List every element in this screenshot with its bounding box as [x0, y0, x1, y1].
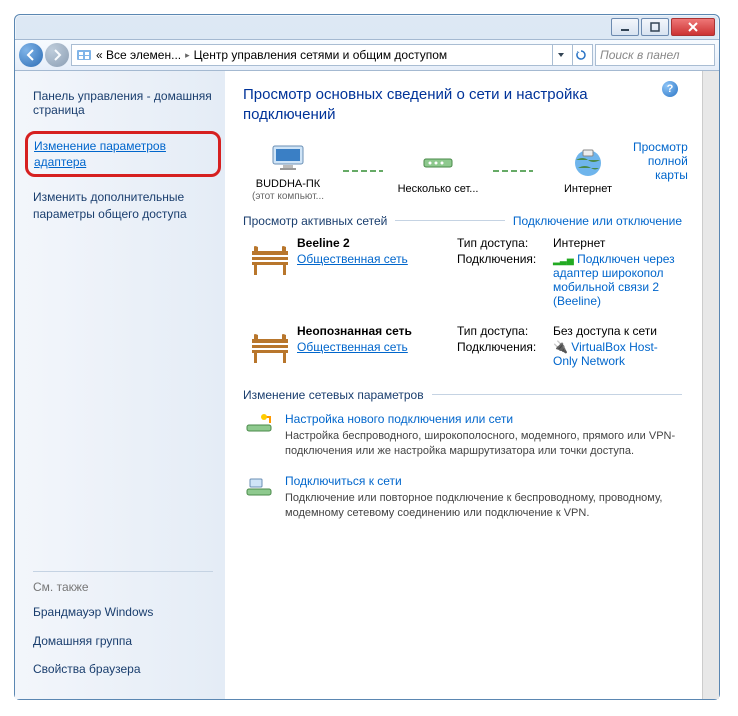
breadcrumb-refresh[interactable] [572, 44, 588, 66]
task-title: Настройка нового подключения или сети [285, 412, 682, 426]
task-desc: Подключение или повторное подключение к … [285, 491, 682, 521]
sidebar-link-sharing-settings[interactable]: Изменить дополнительные параметры общего… [33, 189, 213, 221]
maximize-button[interactable] [641, 18, 669, 36]
breadcrumb-dropdown[interactable] [552, 44, 568, 66]
access-label: Тип доступа: [457, 236, 547, 250]
search-placeholder: Поиск в панел [600, 48, 680, 62]
connection-label: Подключения: [457, 340, 547, 368]
search-input[interactable]: Поиск в панел [595, 44, 715, 66]
map-pc-label: BUDDHA-ПК [256, 178, 320, 191]
breadcrumb-sep-icon: ▸ [185, 50, 190, 61]
back-button[interactable] [19, 43, 43, 67]
network-card: Неопознанная сеть Общественная сеть Тип … [243, 324, 682, 374]
signal-icon: ▂▃▅ [553, 255, 574, 265]
task-desc: Настройка беспроводного, широкополосного… [285, 429, 682, 459]
network-type-link[interactable]: Общественная сеть [297, 340, 408, 354]
bench-icon [248, 245, 292, 277]
connection-label: Подключения: [457, 252, 547, 308]
network-map: BUDDHA-ПК (этот компьют... Несколько сет… [243, 140, 633, 202]
new-connection-icon [244, 413, 274, 443]
connect-network-icon [244, 475, 274, 505]
access-label: Тип доступа: [457, 324, 547, 338]
active-networks-heading: Просмотр активных сетей [243, 214, 387, 228]
sidebar-home-link[interactable]: Панель управления - домашняя страница [33, 89, 213, 117]
content-area: Панель управления - домашняя страница Из… [15, 71, 719, 699]
task-item[interactable]: Настройка нового подключения или сети На… [243, 412, 682, 459]
network-name: Неопознанная сеть [297, 324, 457, 338]
access-value: Без доступа к сети [553, 324, 682, 338]
task-title: Подключиться к сети [285, 474, 682, 488]
close-button[interactable] [671, 18, 715, 36]
computer-icon [271, 144, 305, 172]
task-item[interactable]: Подключиться к сети Подключение или повт… [243, 474, 682, 521]
sidebar-link-homegroup[interactable]: Домашняя группа [33, 633, 213, 649]
map-net-label: Интернет [564, 183, 612, 196]
main-panel: ? Просмотр основных сведений о сети и на… [225, 71, 702, 699]
full-map-link[interactable]: Просмотр полной карты [633, 140, 688, 182]
control-panel-icon [76, 47, 92, 63]
connect-disconnect-link[interactable]: Подключение или отключение [513, 214, 682, 228]
map-mid-label: Несколько сет... [398, 183, 479, 196]
breadcrumb-current: Центр управления сетями и общим доступом [194, 48, 448, 62]
adapter-icon: 🔌 [553, 340, 568, 354]
access-value: Интернет [553, 236, 682, 250]
page-title: Просмотр основных сведений о сети и наст… [243, 85, 682, 126]
map-pc-sublabel: (этот компьют... [252, 191, 324, 202]
sidebar-link-browser-props[interactable]: Свойства браузера [33, 661, 213, 677]
navigation-bar: « Все элемен... ▸ Центр управления сетям… [15, 39, 719, 71]
breadcrumb-prefix: « Все элемен... [96, 48, 181, 62]
titlebar [15, 15, 719, 39]
network-card: Beeline 2 Общественная сеть Тип доступа:… [243, 236, 682, 310]
bench-icon [248, 333, 292, 365]
minimize-button[interactable] [611, 18, 639, 36]
globe-icon [573, 148, 603, 178]
sidebar-link-firewall[interactable]: Брандмауэр Windows [33, 604, 213, 620]
scrollbar[interactable] [702, 71, 719, 699]
forward-button[interactable] [45, 43, 69, 67]
sidebar-see-also: См. также [33, 580, 213, 594]
window: « Все элемен... ▸ Центр управления сетям… [14, 14, 720, 700]
sidebar-link-adapter-settings[interactable]: Изменение параметров адаптера [25, 131, 221, 177]
connection-link[interactable]: VirtualBox Host-Only Network [553, 340, 658, 368]
help-icon[interactable]: ? [662, 81, 678, 97]
sidebar: Панель управления - домашняя страница Из… [15, 71, 225, 699]
network-settings-heading: Изменение сетевых параметров [243, 388, 424, 402]
network-name: Beeline 2 [297, 236, 457, 250]
breadcrumb[interactable]: « Все элемен... ▸ Центр управления сетям… [71, 44, 593, 66]
network-type-link[interactable]: Общественная сеть [297, 252, 408, 266]
network-device-icon [420, 151, 456, 175]
